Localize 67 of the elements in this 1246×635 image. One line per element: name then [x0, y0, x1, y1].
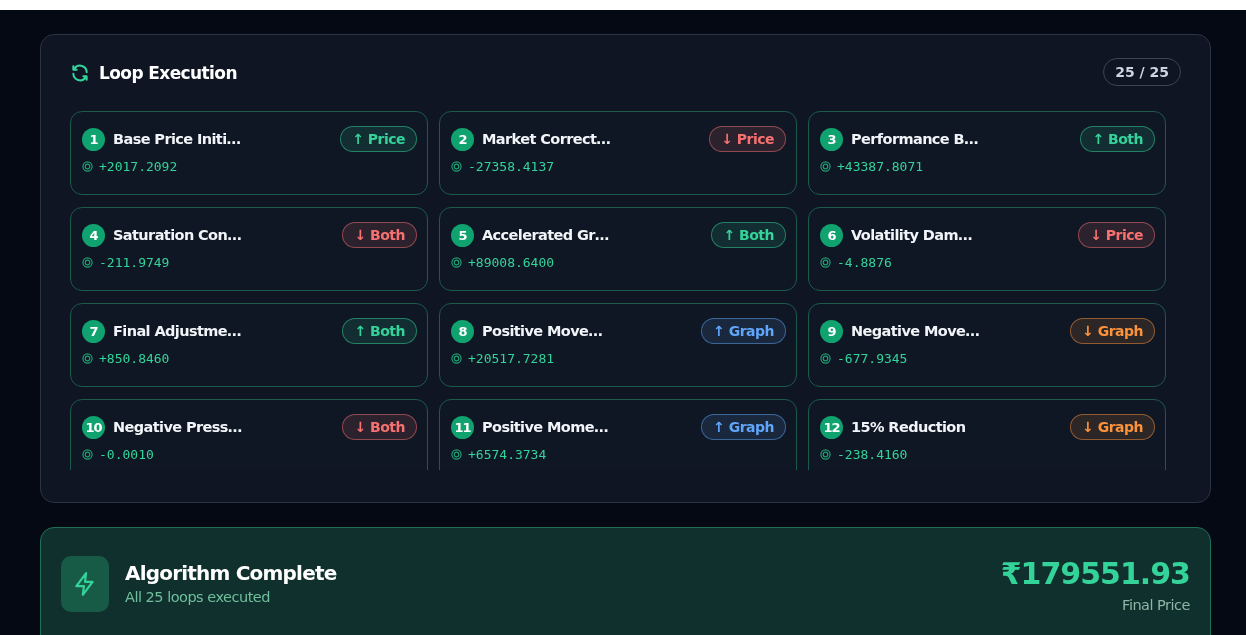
target-icon — [82, 161, 93, 172]
loop-value: +850.8460 — [99, 351, 170, 366]
loop-value: +43387.8071 — [837, 159, 924, 174]
target-icon — [451, 257, 462, 268]
loop-number: 11 — [451, 415, 474, 439]
loop-name: Accelerated Gr… — [482, 227, 609, 243]
final-price: ₹179551.93 — [1000, 556, 1190, 591]
target-icon — [820, 449, 831, 460]
target-icon — [82, 353, 93, 364]
loop-name: Market Correct… — [482, 131, 611, 147]
result-title: Algorithm Complete — [125, 561, 337, 585]
loop-name: Negative Move… — [851, 323, 980, 339]
lightning-icon — [61, 556, 109, 612]
loop-name: Saturation Con… — [113, 227, 242, 243]
result-subtitle: All 25 loops executed — [125, 589, 271, 605]
loop-number: 5 — [451, 223, 474, 247]
loop-number: 6 — [820, 223, 843, 247]
loop-name: Final Adjustme… — [113, 323, 241, 339]
loop-value: -27358.4137 — [468, 159, 555, 174]
target-icon — [82, 449, 93, 460]
loop-name: 15% Reduction — [851, 419, 966, 435]
loop-number: 1 — [82, 127, 105, 151]
final-price-label: Final Price — [1122, 597, 1190, 613]
loop-number: 2 — [451, 127, 474, 151]
loop-value: -4.8876 — [837, 255, 892, 270]
direction-tag: ↓ Price — [1078, 222, 1155, 248]
target-icon — [820, 353, 831, 364]
direction-tag: ↓ Both — [342, 222, 417, 248]
direction-tag: ↑ Graph — [701, 318, 786, 344]
loop-value: +2017.2092 — [99, 159, 178, 174]
loop-value: +89008.6400 — [468, 255, 555, 270]
loop-number: 3 — [820, 127, 843, 151]
direction-tag: ↑ Both — [1080, 126, 1155, 152]
loop-name: Performance B… — [851, 131, 978, 147]
target-icon — [820, 257, 831, 268]
direction-tag: ↑ Both — [711, 222, 786, 248]
loop-number: 9 — [820, 319, 843, 343]
loop-value: +20517.7281 — [468, 351, 555, 366]
target-icon — [820, 161, 831, 172]
loop-value: -677.9345 — [837, 351, 908, 366]
loop-name: Negative Press… — [113, 419, 242, 435]
direction-tag: ↑ Graph — [701, 414, 786, 440]
loop-name: Volatility Dam… — [851, 227, 972, 243]
direction-tag: ↓ Price — [709, 126, 786, 152]
direction-tag: ↑ Both — [342, 318, 417, 344]
direction-tag: ↓ Graph — [1070, 318, 1155, 344]
loop-value: -238.4160 — [837, 447, 908, 462]
loop-name: Base Price Initi… — [113, 131, 241, 147]
loop-number: 7 — [82, 319, 105, 343]
target-icon — [451, 161, 462, 172]
loop-name: Positive Mome… — [482, 419, 608, 435]
loop-number: 12 — [820, 415, 843, 439]
target-icon — [451, 449, 462, 460]
direction-tag: ↓ Graph — [1070, 414, 1155, 440]
loop-number: 4 — [82, 223, 105, 247]
loop-value: +6574.3734 — [468, 447, 547, 462]
target-icon — [82, 257, 93, 268]
target-icon — [451, 353, 462, 364]
direction-tag: ↑ Price — [340, 126, 417, 152]
loop-value: -0.0010 — [99, 447, 154, 462]
panel-title: Loop Execution — [99, 63, 237, 83]
loop-name: Positive Move… — [482, 323, 603, 339]
loop-value: -211.9749 — [99, 255, 170, 270]
refresh-icon — [70, 63, 90, 83]
loop-number: 10 — [82, 415, 105, 439]
loop-number: 8 — [451, 319, 474, 343]
direction-tag: ↓ Both — [342, 414, 417, 440]
